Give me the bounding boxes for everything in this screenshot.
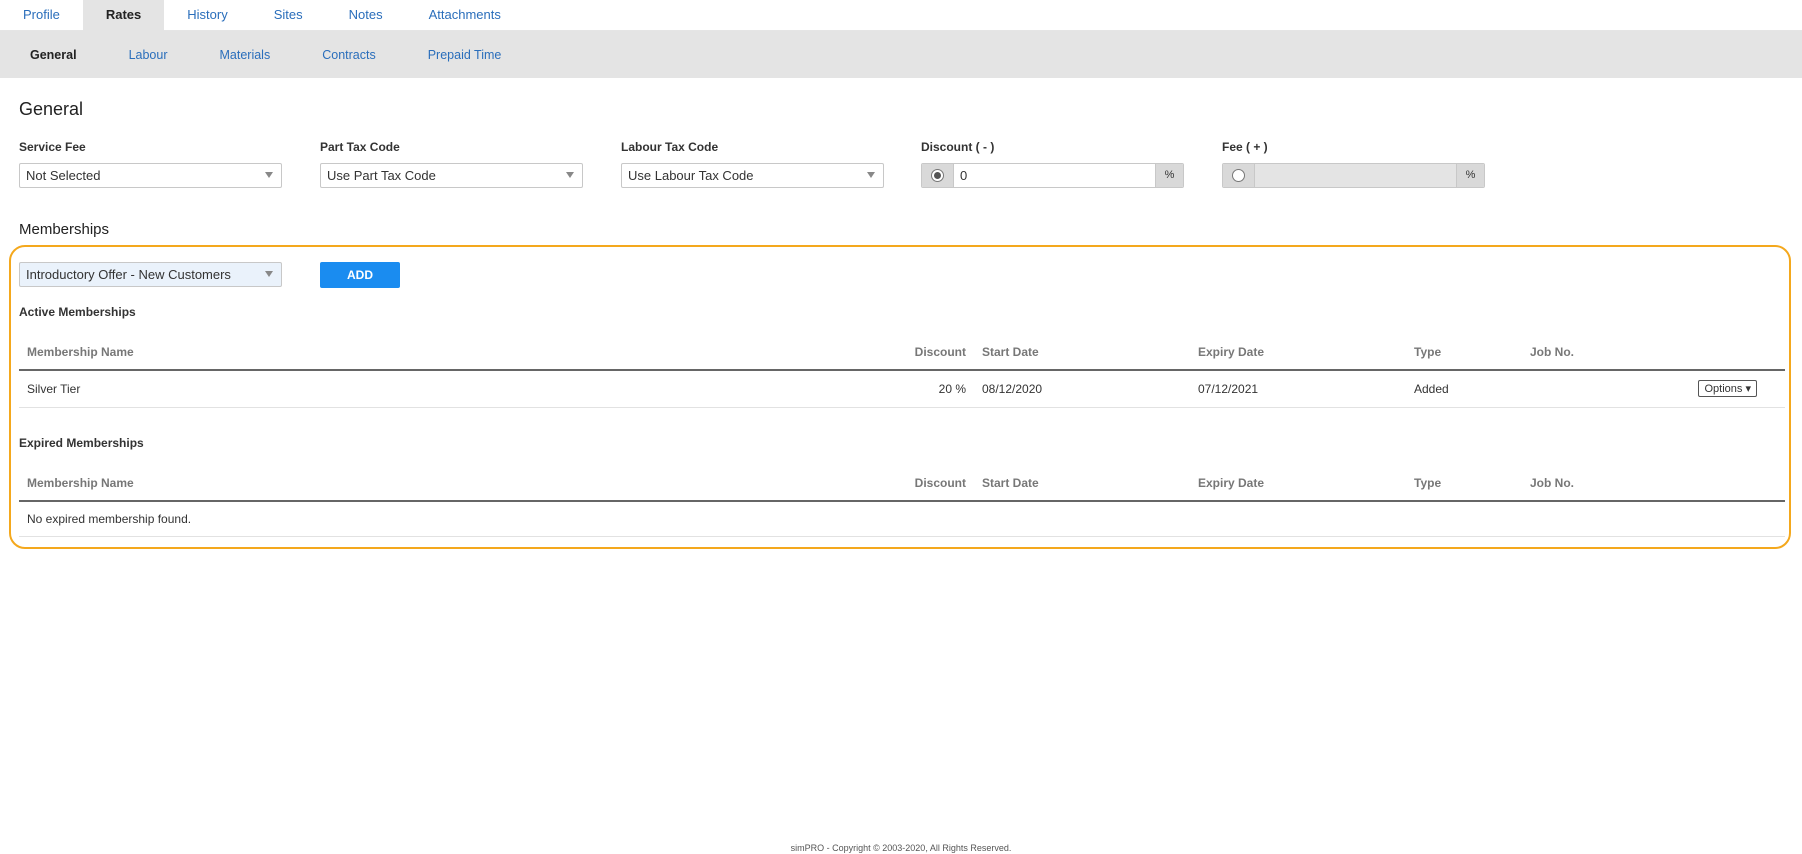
- col-discount: Discount: [889, 465, 974, 502]
- membership-select[interactable]: Introductory Offer - New Customers: [19, 262, 282, 287]
- col-membership-name: Membership Name: [19, 334, 889, 371]
- caret-down-icon: [265, 172, 273, 178]
- col-membership-name: Membership Name: [19, 465, 889, 502]
- service-fee-label: Service Fee: [19, 140, 86, 154]
- membership-select-value: Introductory Offer - New Customers: [26, 267, 231, 282]
- top-tab-bar: Profile Rates History Sites Notes Attach…: [0, 0, 1802, 31]
- labour-tax-label: Labour Tax Code: [621, 140, 719, 154]
- col-discount: Discount: [889, 334, 974, 371]
- caret-down-icon: [265, 271, 273, 277]
- job-no-cell: [1522, 370, 1682, 408]
- col-start-date: Start Date: [974, 334, 1190, 371]
- col-job-no: Job No.: [1522, 465, 1682, 502]
- membership-name-cell: Silver Tier: [19, 370, 889, 408]
- labour-tax-field: Labour Tax Code Use Labour Tax Code: [621, 140, 884, 188]
- discount-input[interactable]: 0: [954, 164, 1155, 187]
- type-cell: Added: [1406, 370, 1522, 408]
- part-tax-label: Part Tax Code: [320, 140, 400, 154]
- discount-cell: 20 %: [889, 370, 974, 408]
- part-tax-field: Part Tax Code Use Part Tax Code: [320, 140, 583, 188]
- copyright-footer: simPRO - Copyright © 2003-2020, All Righ…: [790, 843, 1012, 853]
- options-cell: Options ▾: [1682, 370, 1785, 408]
- col-type: Type: [1406, 334, 1522, 371]
- caret-down-icon: [867, 172, 875, 178]
- expired-memberships-table: Membership Name Discount Start Date Expi…: [19, 465, 1785, 537]
- col-start-date: Start Date: [974, 465, 1190, 502]
- add-membership-button[interactable]: ADD: [320, 262, 400, 288]
- expiry-date-cell: 07/12/2021: [1190, 370, 1406, 408]
- fee-field: Fee ( + ) %: [1222, 140, 1485, 188]
- expired-memberships-title: Expired Memberships: [19, 436, 144, 450]
- table-row: Silver Tier 20 % 08/12/2020 07/12/2021 A…: [19, 370, 1785, 408]
- table-header-row: Membership Name Discount Start Date Expi…: [19, 465, 1785, 502]
- general-title: General: [19, 99, 84, 119]
- fee-label: Fee ( + ): [1222, 140, 1268, 154]
- subtab-contracts[interactable]: Contracts: [302, 48, 396, 62]
- sub-tab-bar: General Labour Materials Contracts Prepa…: [0, 31, 1802, 78]
- discount-input-group: 0 %: [921, 163, 1184, 188]
- active-memberships-table: Membership Name Discount Start Date Expi…: [19, 334, 1785, 408]
- active-memberships-title: Active Memberships: [19, 305, 136, 319]
- part-tax-select[interactable]: Use Part Tax Code: [320, 163, 583, 188]
- empty-message: No expired membership found.: [19, 501, 1785, 537]
- col-type: Type: [1406, 465, 1522, 502]
- caret-down-icon: [566, 172, 574, 178]
- service-fee-field: Service Fee Not Selected: [19, 140, 282, 188]
- service-fee-value: Not Selected: [26, 168, 101, 183]
- radio-unchecked-icon: [1232, 169, 1245, 182]
- col-expiry-date: Expiry Date: [1190, 465, 1406, 502]
- col-job-no: Job No.: [1522, 334, 1682, 371]
- subtab-general[interactable]: General: [10, 48, 97, 62]
- col-expiry-date: Expiry Date: [1190, 334, 1406, 371]
- tab-attachments[interactable]: Attachments: [406, 0, 524, 31]
- options-label: Options: [1704, 383, 1743, 396]
- subtab-prepaid-time[interactable]: Prepaid Time: [408, 48, 522, 62]
- table-header-row: Membership Name Discount Start Date Expi…: [19, 334, 1785, 371]
- discount-percent-suffix: %: [1155, 164, 1183, 187]
- col-options: [1682, 465, 1785, 502]
- table-row: No expired membership found.: [19, 501, 1785, 537]
- fee-input[interactable]: [1255, 164, 1456, 187]
- tab-sites[interactable]: Sites: [251, 0, 326, 31]
- discount-field: Discount ( - ) 0 %: [921, 140, 1184, 188]
- labour-tax-value: Use Labour Tax Code: [628, 168, 754, 183]
- tab-rates[interactable]: Rates: [82, 0, 165, 31]
- start-date-cell: 08/12/2020: [974, 370, 1190, 408]
- tab-profile[interactable]: Profile: [0, 0, 83, 31]
- options-button[interactable]: Options ▾: [1698, 380, 1757, 398]
- part-tax-value: Use Part Tax Code: [327, 168, 436, 183]
- tab-notes[interactable]: Notes: [326, 0, 406, 31]
- tab-history[interactable]: History: [164, 0, 250, 31]
- memberships-title: Memberships: [19, 221, 110, 238]
- col-options: [1682, 334, 1785, 371]
- discount-radio[interactable]: [922, 164, 954, 187]
- labour-tax-select[interactable]: Use Labour Tax Code: [621, 163, 884, 188]
- service-fee-select[interactable]: Not Selected: [19, 163, 282, 188]
- subtab-materials[interactable]: Materials: [200, 48, 291, 62]
- radio-checked-icon: [931, 169, 944, 182]
- caret-down-icon: ▾: [1745, 383, 1751, 396]
- subtab-labour[interactable]: Labour: [109, 48, 188, 62]
- fee-percent-suffix: %: [1456, 164, 1484, 187]
- discount-label: Discount ( - ): [921, 140, 995, 154]
- fee-input-group: %: [1222, 163, 1485, 188]
- fee-radio[interactable]: [1223, 164, 1255, 187]
